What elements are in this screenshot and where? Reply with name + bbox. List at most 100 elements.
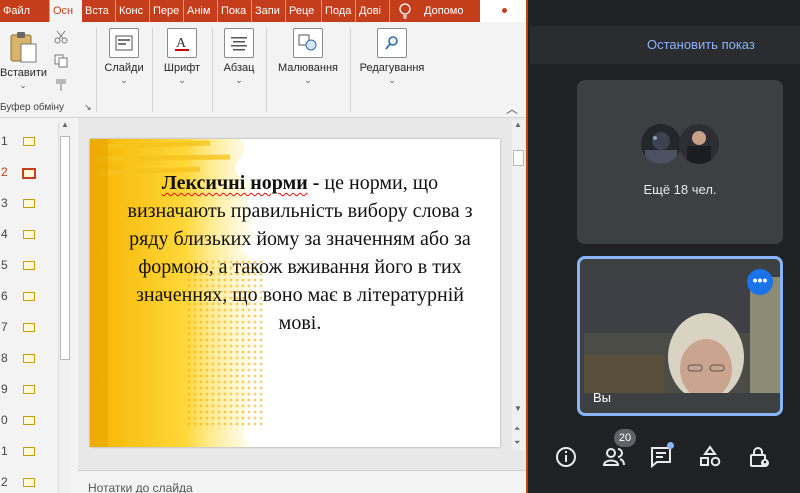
slide-thumbnail[interactable] <box>22 168 36 179</box>
paragraph-icon <box>224 28 254 58</box>
slide-body-text[interactable]: Лексичні норми - це норми, що визначають… <box>124 169 476 337</box>
slides-icon <box>109 28 139 58</box>
info-icon[interactable] <box>553 444 579 470</box>
avatar <box>641 124 681 164</box>
scroll-down-icon[interactable]: ▼ <box>514 404 522 413</box>
thumbnail-number: 8 <box>1 351 8 365</box>
avatar <box>679 124 719 164</box>
thumbnails-scrollbar[interactable]: ▲ <box>58 120 70 493</box>
tab-transitions[interactable]: Пере <box>150 0 184 22</box>
slide-thumbnail[interactable] <box>23 137 35 146</box>
slide-thumbnail[interactable] <box>23 230 35 239</box>
thumbnail-number: 1 <box>1 444 8 458</box>
ribbon-divider <box>350 28 351 112</box>
slide-dash: - <box>307 172 325 194</box>
powerpoint-window: Файл Осн Вста Конс Пере Анім Пока Запи Р… <box>0 0 528 493</box>
notes-pane[interactable]: Нотатки до слайда <box>78 470 526 493</box>
chevron-down-icon: ⌄ <box>304 75 312 85</box>
tab-review[interactable]: Реце <box>286 0 322 22</box>
thumbnail-number: 5 <box>1 258 8 272</box>
slide-thumbnail[interactable] <box>23 323 35 332</box>
thumbnail-number: 2 <box>1 475 8 489</box>
tab-help[interactable]: Дові <box>356 0 390 22</box>
thumbnail-number: 6 <box>1 289 8 303</box>
slide-thumbnail[interactable] <box>23 292 35 301</box>
ribbon-tab-bar: Файл Осн Вста Конс Пере Анім Пока Запи Р… <box>0 0 526 22</box>
chevron-down-icon: ⌄ <box>19 80 27 90</box>
stop-sharing-button[interactable]: Остановить показ <box>647 37 755 52</box>
tab-view[interactable]: Пода <box>322 0 356 22</box>
copy-icon[interactable] <box>54 54 68 68</box>
editor-scrollbar[interactable]: ▲ ▼ ⏶ ⏷ <box>512 120 525 450</box>
editing-button[interactable]: Редагування ⌄ <box>354 28 430 86</box>
thumbnail-number: 3 <box>1 196 8 210</box>
paragraph-label: Абзац <box>223 62 255 74</box>
self-video-tile[interactable]: ••• Вы <box>577 256 783 416</box>
next-slide-icon[interactable]: ⏷ <box>514 438 520 448</box>
unread-indicator <box>667 442 674 449</box>
editing-label: Редагування <box>359 62 425 74</box>
activities-icon[interactable] <box>697 444 723 470</box>
svg-text:A: A <box>176 36 187 51</box>
slide-term: Лексичні норми <box>161 172 308 194</box>
chevron-down-icon: ⌄ <box>235 75 243 85</box>
self-camera-feed <box>584 277 780 393</box>
drawing-button[interactable]: Малювання ⌄ <box>270 28 346 86</box>
previous-slide-icon[interactable]: ⏶ <box>514 424 520 434</box>
thumbnail-number: 0 <box>1 413 8 427</box>
slides-label: Слайди <box>104 62 144 74</box>
lightbulb-icon[interactable] <box>396 2 414 20</box>
tab-insert[interactable]: Вста <box>82 0 116 22</box>
tab-slideshow[interactable]: Пока <box>218 0 252 22</box>
ribbon-divider <box>152 28 153 112</box>
slide-definition: це норми, що визначають правильність виб… <box>127 172 473 334</box>
font-label: Шрифт <box>163 62 201 74</box>
slide-thumbnail[interactable] <box>23 447 35 456</box>
chevron-down-icon: ⌄ <box>388 75 396 85</box>
slide-thumbnail[interactable] <box>23 416 35 425</box>
scroll-up-icon[interactable]: ▲ <box>514 120 522 129</box>
people-icon[interactable] <box>601 444 627 470</box>
tab-animations[interactable]: Анім <box>184 0 218 22</box>
paste-button[interactable]: Вставити ⌄ <box>0 67 48 91</box>
thumbnail-number: 9 <box>1 382 8 396</box>
dialog-launcher-icon[interactable]: ↘ <box>84 102 92 113</box>
slide-thumbnail[interactable] <box>23 478 35 487</box>
tab-design[interactable]: Конс <box>116 0 150 22</box>
tab-record[interactable]: Запи <box>252 0 286 22</box>
tell-me-search[interactable]: Допомо <box>424 0 476 22</box>
slide-thumbnail[interactable] <box>23 354 35 363</box>
more-participants-label: Ещё 18 чел. <box>643 182 717 197</box>
thumbnail-number: 7 <box>1 320 8 334</box>
scrollbar-thumb[interactable] <box>60 136 70 360</box>
self-name-label: Вы <box>593 390 612 405</box>
thumbnail-number: 4 <box>1 227 8 241</box>
collapse-ribbon-icon[interactable]: ︿ <box>506 100 518 117</box>
paragraph-button[interactable]: Абзац ⌄ <box>216 28 262 86</box>
meeting-panel: Остановить показ Ещё 18 чел. ••• Вы 20 <box>530 0 800 493</box>
tab-file[interactable]: Файл <box>0 0 50 22</box>
more-participants-tile[interactable]: Ещё 18 чел. <box>577 80 783 244</box>
font-button[interactable]: A Шрифт ⌄ <box>156 28 208 86</box>
host-controls-icon[interactable] <box>746 444 772 470</box>
chevron-down-icon: ⌄ <box>178 75 186 85</box>
paste-label: Вставити <box>0 67 48 79</box>
slide-canvas[interactable]: Лексичні норми - це норми, що визначають… <box>90 139 500 447</box>
tab-home[interactable]: Осн <box>50 0 82 22</box>
format-painter-icon[interactable] <box>54 78 68 92</box>
slide-thumbnail[interactable] <box>23 261 35 270</box>
ribbon-divider <box>96 28 97 112</box>
scrollbar-thumb[interactable] <box>513 150 524 166</box>
slides-button[interactable]: Слайди ⌄ <box>100 28 148 86</box>
record-dot-icon <box>502 8 507 13</box>
drawing-label: Малювання <box>277 62 339 74</box>
cut-icon[interactable] <box>54 30 68 44</box>
clipboard-group-label: Буфер обміну <box>0 102 65 113</box>
scroll-up-icon[interactable]: ▲ <box>61 120 69 129</box>
slide-thumbnail[interactable] <box>23 385 35 394</box>
more-options-button[interactable]: ••• <box>747 269 773 295</box>
shapes-icon <box>293 28 323 58</box>
paste-icon[interactable] <box>8 30 38 64</box>
slide-thumbnail[interactable] <box>23 199 35 208</box>
chevron-down-icon: ⌄ <box>120 75 128 85</box>
